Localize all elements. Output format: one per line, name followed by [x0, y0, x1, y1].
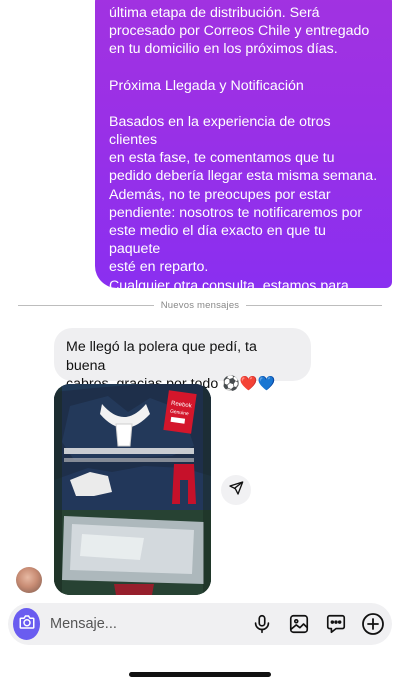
message-input[interactable] [50, 616, 237, 632]
camera-button[interactable] [13, 608, 40, 640]
shirt-photo[interactable]: Reebok Genuine [54, 384, 211, 595]
new-messages-label: Nuevos mensajes [160, 299, 240, 311]
shirt-photo-image: Reebok Genuine [54, 384, 211, 595]
avatar[interactable] [16, 567, 42, 593]
sticker-icon[interactable] [324, 612, 348, 636]
new-messages-divider: Nuevos mensajes [18, 298, 383, 312]
composer-actions [237, 612, 385, 636]
share-button[interactable] [221, 475, 251, 505]
incoming-message-bubble[interactable]: Me llegó la polera que pedí, ta buena ca… [54, 328, 311, 392]
send-icon [228, 480, 244, 501]
message-composer [8, 603, 392, 645]
camera-icon [18, 613, 36, 636]
divider-line [246, 304, 383, 306]
outgoing-message-bubble[interactable]: última etapa de distribución. Será proce… [95, 0, 392, 288]
home-indicator [129, 672, 271, 677]
outgoing-message-paragraph: Basados en la experiencia de otros clien… [109, 113, 378, 288]
plus-icon[interactable] [361, 612, 385, 636]
outgoing-message-heading: Próxima Llegada y Notificación [109, 77, 304, 94]
outgoing-message-paragraph: última etapa de distribución. Será proce… [109, 5, 370, 58]
microphone-icon[interactable] [250, 612, 274, 636]
image-icon[interactable] [287, 612, 311, 636]
divider-line [18, 304, 154, 306]
reebok-tag: Reebok Genuine [163, 390, 197, 434]
